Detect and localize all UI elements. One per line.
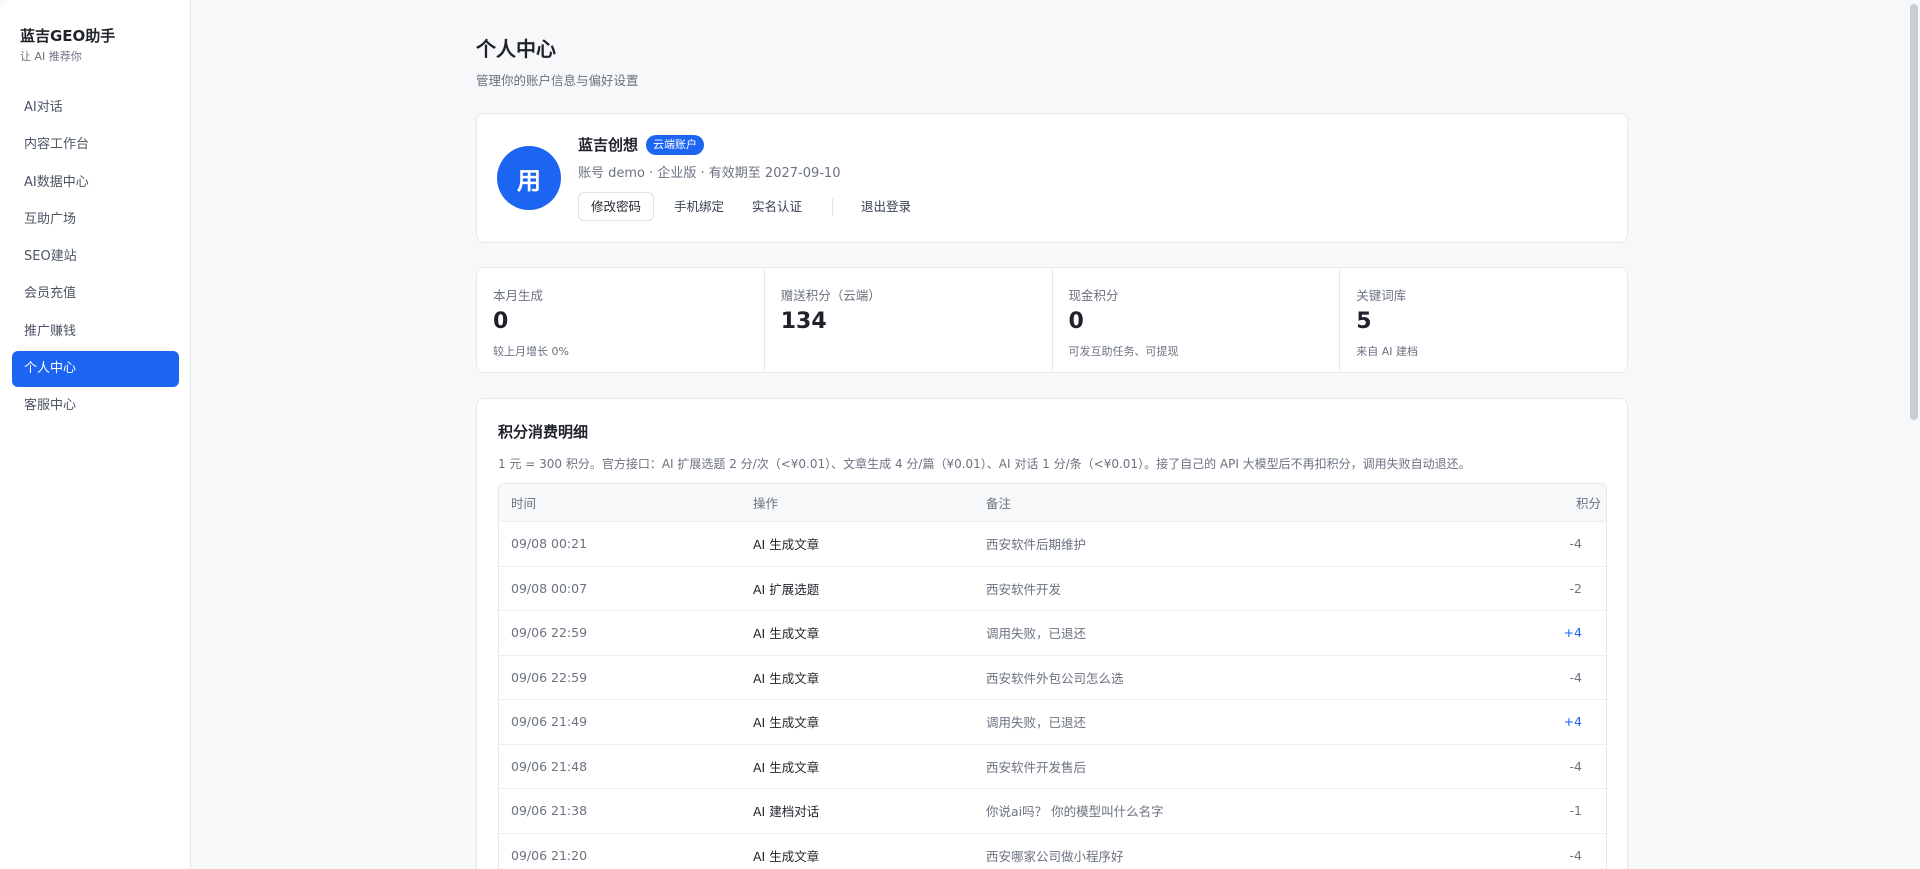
sidebar-item-ai-data-center[interactable]: AI数据中心: [12, 165, 179, 201]
cell-points: -2: [1569, 580, 1582, 596]
divider: [832, 197, 834, 216]
sidebar-item-support[interactable]: 客服中心: [12, 388, 179, 424]
cell-time: 09/06 22:59: [511, 669, 588, 685]
bind-phone-button[interactable]: 手机绑定: [654, 192, 744, 221]
cell-points: -4: [1569, 758, 1582, 774]
ledger-description: 1 元 = 300 积分。官方接口：AI 扩展选题 2 分/次（<¥0.01）、…: [498, 457, 1471, 471]
sidebar-item-content-workbench[interactable]: 内容工作台: [12, 127, 179, 163]
cell-time: 09/08 00:21: [511, 536, 588, 552]
sidebar-item-seo-site[interactable]: SEO建站: [12, 239, 179, 275]
table-row: 09/08 00:21 AI 生成文章 西安软件后期维护 -4: [499, 522, 1606, 567]
cell-operation: AI 生成文章: [753, 715, 820, 731]
cell-points: -4: [1569, 669, 1582, 685]
column-header-note: 备注: [986, 496, 1012, 511]
table-row: 09/08 00:07 AI 扩展选题 西安软件开发 -2: [499, 567, 1606, 611]
cell-note: 西安软件开发售后: [986, 759, 1087, 775]
brand-title: 蓝吉GEO助手: [20, 27, 116, 45]
profile-name: 蓝吉创想: [578, 136, 639, 154]
stat-note: 可发互助任务、可提现: [1068, 345, 1179, 358]
stat-value: 0: [493, 309, 509, 334]
sidebar-item-membership-recharge[interactable]: 会员充值: [12, 276, 179, 312]
cell-points: +4: [1563, 625, 1582, 641]
cell-time: 09/06 21:49: [511, 714, 588, 730]
stat-value: 0: [1068, 309, 1084, 334]
stat-label: 关键词库: [1356, 288, 1407, 303]
logout-button[interactable]: 退出登录: [841, 192, 931, 221]
ledger-title: 积分消费明细: [498, 423, 589, 441]
page-subtitle: 管理你的账户信息与偏好设置: [476, 73, 639, 88]
cell-points: -4: [1569, 847, 1582, 863]
cell-note: 西安哪家公司做小程序好: [986, 848, 1124, 864]
stat-label: 现金积分: [1068, 288, 1119, 303]
stat-note: 来自 AI 建档: [1356, 345, 1419, 358]
cell-note: 你说ai吗？ 你的模型叫什么名字: [986, 804, 1164, 820]
table-row: 09/06 21:49 AI 生成文章 调用失败，已退还 +4: [499, 700, 1606, 745]
sidebar: 蓝吉GEO助手 让 AI 推荐你 AI对话 内容工作台 AI数据中心 互助广场 …: [0, 0, 191, 869]
cell-points: -1: [1569, 803, 1582, 819]
cell-time: 09/06 22:59: [511, 625, 588, 641]
stat-note: 较上月增长 0%: [493, 345, 569, 358]
stat-monthly-generated: 本月生成 0 较上月增长 0%: [477, 268, 765, 372]
cell-operation: AI 生成文章: [753, 626, 820, 642]
stat-value: 134: [780, 309, 827, 334]
brand-subtitle: 让 AI 推荐你: [20, 50, 82, 63]
table-row: 09/06 22:59 AI 生成文章 西安软件外包公司怎么选 -4: [499, 656, 1606, 700]
sidebar-item-promotion[interactable]: 推广赚钱: [12, 314, 179, 350]
cell-operation: AI 建档对话: [753, 804, 820, 820]
stat-keyword-library: 关键词库 5 来自 AI 建档: [1340, 268, 1627, 372]
stat-cash-points: 现金积分 0 可发互助任务、可提现: [1053, 268, 1341, 372]
stat-label: 赠送积分（云端）: [780, 288, 881, 303]
avatar: 用: [497, 146, 561, 210]
profile-name-row: 蓝吉创想 云端账户: [578, 134, 705, 155]
table-row: 09/06 21:20 AI 生成文章 西安哪家公司做小程序好 -4: [499, 834, 1606, 869]
cell-note: 调用失败，已退还: [986, 715, 1087, 731]
column-header-points: 积分: [1575, 496, 1601, 511]
stat-gift-points: 赠送积分（云端） 134: [765, 268, 1053, 372]
sidebar-nav: AI对话 内容工作台 AI数据中心 互助广场 SEO建站 会员充值 推广赚钱 个…: [12, 90, 179, 426]
profile-card: 用 蓝吉创想 云端账户 账号 demo · 企业版 · 有效期至 2027-09…: [476, 113, 1628, 243]
points-ledger-card: 积分消费明细 1 元 = 300 积分。官方接口：AI 扩展选题 2 分/次（<…: [476, 398, 1628, 869]
cell-note: 西安软件后期维护: [986, 537, 1087, 553]
table-row: 09/06 21:38 AI 建档对话 你说ai吗？ 你的模型叫什么名字 -1: [499, 789, 1606, 834]
table-header: 时间 操作 备注 积分: [499, 484, 1606, 522]
main-area: 个人中心 管理你的账户信息与偏好设置 用 蓝吉创想 云端账户 账号 demo ·…: [192, 0, 1908, 869]
cell-time: 09/06 21:48: [511, 758, 588, 774]
cell-time: 09/08 00:07: [511, 580, 588, 596]
cell-points: -4: [1569, 536, 1582, 552]
sidebar-item-profile[interactable]: 个人中心: [12, 351, 179, 388]
account-type-badge: 云端账户: [646, 134, 705, 155]
cell-time: 09/06 21:38: [511, 803, 588, 819]
cell-operation: AI 生成文章: [753, 848, 820, 864]
cell-operation: AI 生成文章: [753, 537, 820, 553]
brand: 蓝吉GEO助手 让 AI 推荐你: [20, 26, 115, 64]
verify-identity-button[interactable]: 实名认证: [744, 192, 822, 221]
scrollbar-thumb[interactable]: [1910, 4, 1918, 420]
cell-note: 调用失败，已退还: [986, 626, 1087, 642]
ledger-table: 时间 操作 备注 积分 09/08 00:21 AI 生成文章 西安软件后期维护…: [498, 483, 1607, 869]
page-title: 个人中心: [476, 37, 556, 61]
table-row: 09/06 22:59 AI 生成文章 调用失败，已退还 +4: [499, 611, 1606, 656]
cell-time: 09/06 21:20: [511, 847, 588, 863]
column-header-time: 时间: [511, 496, 537, 511]
cell-note: 西安软件外包公司怎么选: [986, 670, 1124, 686]
sidebar-item-mutual-help-square[interactable]: 互助广场: [12, 202, 179, 238]
cell-operation: AI 生成文章: [753, 670, 820, 686]
sidebar-item-ai-chat[interactable]: AI对话: [12, 90, 179, 126]
cell-note: 西安软件开发: [986, 581, 1062, 597]
change-password-button[interactable]: 修改密码: [578, 192, 655, 221]
column-header-operation: 操作: [753, 496, 779, 511]
profile-meta: 账号 demo · 企业版 · 有效期至 2027-09-10: [578, 166, 841, 181]
page-scrollbar[interactable]: [1908, 0, 1920, 869]
cell-operation: AI 生成文章: [753, 759, 820, 775]
cell-points: +4: [1563, 714, 1582, 730]
cell-operation: AI 扩展选题: [753, 581, 820, 597]
stat-value: 5: [1356, 309, 1372, 334]
stat-label: 本月生成: [493, 288, 544, 303]
profile-actions: 修改密码 手机绑定 实名认证 退出登录: [578, 192, 931, 221]
stats-card: 本月生成 0 较上月增长 0% 赠送积分（云端） 134 现金积分 0 可发互助…: [476, 267, 1628, 373]
table-row: 09/06 21:48 AI 生成文章 西安软件开发售后 -4: [499, 745, 1606, 789]
